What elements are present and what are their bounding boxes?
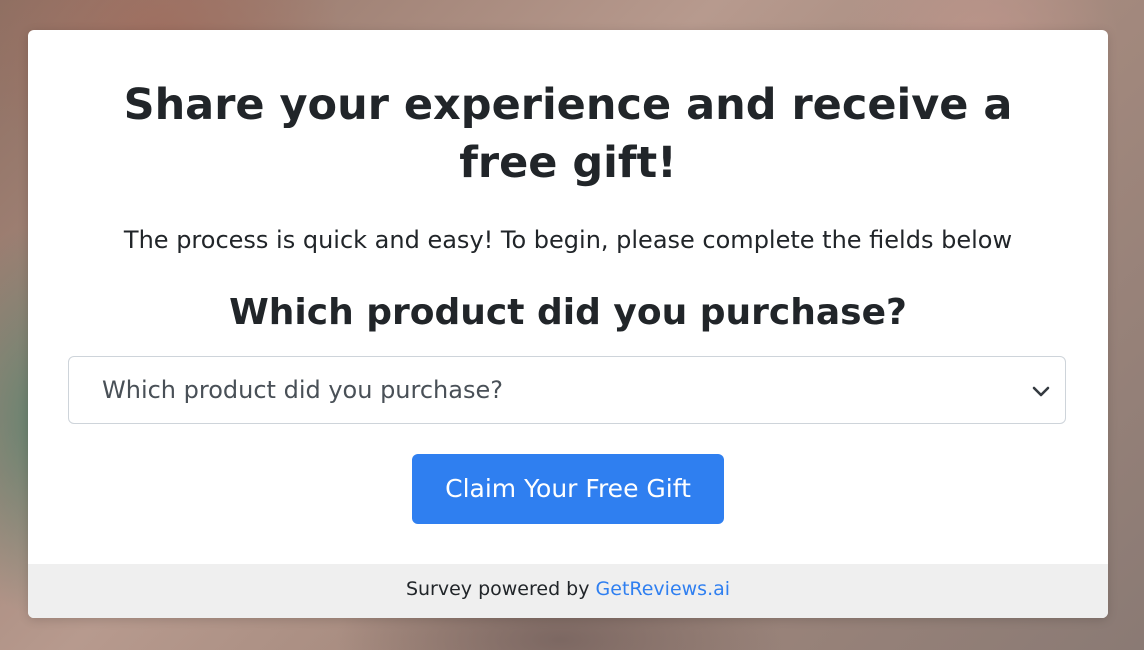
- survey-subtitle: The process is quick and easy! To begin,…: [123, 226, 1013, 254]
- survey-footer: Survey powered by GetReviews.ai: [28, 564, 1108, 618]
- page-title: Share your experience and receive a free…: [123, 80, 1013, 188]
- survey-card: Share your experience and receive a free…: [28, 30, 1108, 618]
- claim-gift-button[interactable]: Claim Your Free Gift: [412, 454, 724, 524]
- footer-powered-by-text: Survey powered by: [405, 578, 596, 600]
- survey-card-body: Share your experience and receive a free…: [28, 30, 1108, 564]
- product-select[interactable]: Which product did you purchase?: [68, 356, 1066, 424]
- product-question-heading: Which product did you purchase?: [229, 292, 907, 333]
- chevron-down-icon: [1032, 386, 1050, 397]
- product-select-value: Which product did you purchase?: [102, 376, 503, 404]
- getreviews-link[interactable]: GetReviews.ai: [596, 578, 731, 600]
